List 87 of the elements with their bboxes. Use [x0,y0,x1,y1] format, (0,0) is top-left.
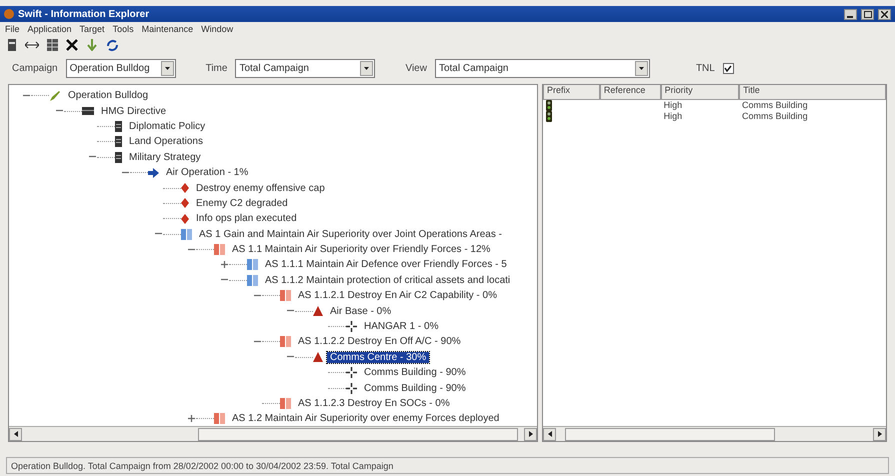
tree-item[interactable]: AS 1.1.2.2 Destroy En Off A/C - 90% [295,336,464,348]
crosshair-icon [346,321,357,332]
tnl-checkbox[interactable] [722,62,734,74]
table-cell-text: Comms Building [741,100,809,111]
close-icon[interactable] [66,39,78,51]
tree-item[interactable]: Enemy C2 degraded [193,198,291,209]
filter-label: View [405,62,427,74]
pencil-icon [49,90,61,102]
tree-item[interactable]: AS 1 Gain and Maintain Air Superiority over Joint Operations Areas - [196,228,505,240]
tree-item[interactable]: HMG Directive [98,106,170,117]
tree-item[interactable]: AS 1.1.2.1 Destroy En Air C2 Capability - 0% [295,290,500,302]
objective-icon [247,259,258,270]
table-cell-text: High [662,100,684,111]
tree-item[interactable]: Diplomatic Policy [126,120,208,132]
tree-item[interactable]: Destroy enemy offensive cap [193,182,328,194]
maximize-button[interactable] [861,8,874,20]
tree-item[interactable]: Comms Building - 90% [361,382,469,394]
objective-icon [181,228,192,240]
menu-item[interactable]: Maintenance [142,24,194,34]
objective-icon [247,274,258,286]
close-icon [881,10,888,18]
tree-item[interactable]: AS 1.2 Maintain Air Superiority over enemy Forces deployed [229,413,502,424]
dropdown[interactable]: Total Campaign [235,58,376,78]
tree-item[interactable]: Comms Building - 90% [361,367,469,378]
objective-icon [280,398,291,409]
document-icon [115,152,122,163]
right-arrow-icon[interactable] [878,431,882,437]
status-bar: Operation Bulldog. Total Campaign from 28/02/2002 00:00 to 30/04/2002 23:59. Total Campaign [6,457,889,474]
left-arrow-icon[interactable] [548,431,552,437]
objective-icon [280,290,291,302]
document-icon[interactable] [8,39,16,51]
maximize-icon [864,10,872,18]
menu-item[interactable]: Application [28,24,72,34]
objective-icon [214,244,225,256]
menu-item[interactable]: Tools [112,24,134,34]
refresh-icon[interactable] [106,38,118,52]
horizontal-scrollbar[interactable] [543,426,886,441]
objective-icon [280,336,291,348]
diamond-icon [181,214,189,224]
table-cell-text: High [662,111,684,122]
down-arrow-icon[interactable] [87,39,97,51]
tree-item[interactable]: Air Base - 0% [327,306,394,317]
app-icon [4,9,14,19]
arrows-icon[interactable] [25,41,39,49]
column-header[interactable]: Prefix [543,85,600,100]
diamond-icon [181,183,189,194]
column-header[interactable]: Priority [660,85,740,100]
expand-icon[interactable] [188,414,194,422]
close-button[interactable] [878,8,891,20]
window-title: Swift - Information Explorer [18,8,150,20]
table-cell-text: Comms Building [741,111,809,122]
minimize-button[interactable] [844,8,857,20]
document-icon [115,136,122,148]
expand-icon[interactable] [220,260,228,268]
dropdown[interactable]: Total Campaign [434,58,650,78]
arrow-icon [148,168,159,178]
diamond-icon [181,198,189,208]
column-header[interactable]: Reference [600,85,661,100]
tree-item[interactable]: Info ops plan executed [193,213,300,224]
tree-item[interactable]: Land Operations [126,136,206,148]
tree-item[interactable]: HANGAR 1 - 0% [361,321,442,332]
triangle-icon [313,306,323,316]
tree-item[interactable]: Operation Bulldog [65,90,152,102]
triangle-icon [313,352,323,362]
menu-item[interactable]: Target [80,24,105,34]
menu-item[interactable]: File [5,24,20,34]
filter-label: Time [206,62,228,74]
right-arrow-icon[interactable] [528,431,532,437]
tree-item[interactable]: AS 1.1 Maintain Air Superiority over Friendly Forces - 12% [229,244,494,256]
menu-item[interactable]: Window [201,24,234,34]
tree-item[interactable]: Military Strategy [126,152,204,163]
column-header[interactable]: Title [739,85,886,100]
tree-item[interactable]: AS 1.1.2 Maintain protection of critical assets and locati [262,274,514,286]
filter-label: Campaign [12,62,58,74]
dropdown[interactable]: Operation Bulldog [66,58,176,78]
tree-item[interactable]: AS 1.1.1 Maintain Air Defence over Friendly Forces - 5 [262,259,510,270]
tree-item[interactable]: Air Operation - 1% [163,167,252,178]
horizontal-scrollbar[interactable] [9,426,537,441]
crosshair-icon [346,382,357,394]
crosshair-icon [346,367,357,378]
tree-item[interactable]: AS 1.1.2.3 Destroy En SOCs - 0% [295,398,453,409]
left-arrow-icon[interactable] [14,431,18,437]
objective-icon [214,413,225,424]
tnl-label: TNL [696,62,715,74]
tree-item[interactable]: Comms Centre - 30% [327,352,430,363]
document-icon [115,120,122,132]
grid-icon[interactable] [46,39,58,51]
